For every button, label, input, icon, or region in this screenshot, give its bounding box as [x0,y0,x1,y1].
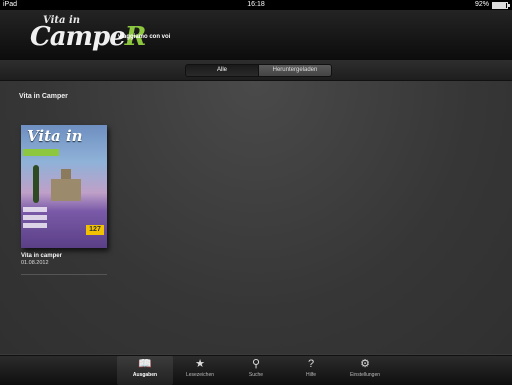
search-icon: ⚲ [251,358,261,370]
tab-ausgaben[interactable]: 📖 Ausgaben [117,356,173,385]
help-icon: ? [307,358,315,370]
issue-date: 01.08.2012 [21,260,49,266]
filter-all-button[interactable]: Alle [185,64,259,77]
app-header: Vita in CampeR viaggiamo con voi [0,10,512,60]
section-title: Vita in Camper [19,93,68,100]
tab-hilfe[interactable]: ? Hilfe [283,356,339,385]
filter-bar: Alle Heruntergeladen [0,60,512,81]
battery-indicator: 92% [474,0,510,10]
issue-cover-image[interactable]: Vita in 127 [21,125,107,248]
gear-icon: ⚙ [360,358,370,370]
book-icon: 📖 [138,358,152,370]
battery-icon [492,1,510,9]
issue-title: Vita in camper [21,253,62,259]
tab-suche[interactable]: ⚲ Suche [228,356,284,385]
battery-percent: 92% [474,1,489,8]
cover-badge: 127 [86,225,104,235]
vita-in-camper-logo: Vita in CampeR [30,15,146,52]
tagline: viaggiamo con voi [118,34,171,40]
issue-item[interactable]: Vita in 127 Vita in camper 01.08.2012 [21,125,107,275]
tab-lesezeichen[interactable]: ★ Lesezeichen [172,356,228,385]
status-bar: iPad 16:18 92% [0,0,512,10]
star-icon: ★ [195,358,205,370]
tab-einstellungen[interactable]: ⚙ Einstellungen [337,356,393,385]
filter-downloaded-button[interactable]: Heruntergeladen [258,64,332,77]
issues-panel: Vita in Camper Vita in 127 Vita in campe… [0,81,512,354]
time-label: 16:18 [247,1,265,8]
divider [21,274,107,275]
tab-bar: 📖 Ausgaben ★ Lesezeichen ⚲ Suche ? Hilfe… [0,355,512,385]
